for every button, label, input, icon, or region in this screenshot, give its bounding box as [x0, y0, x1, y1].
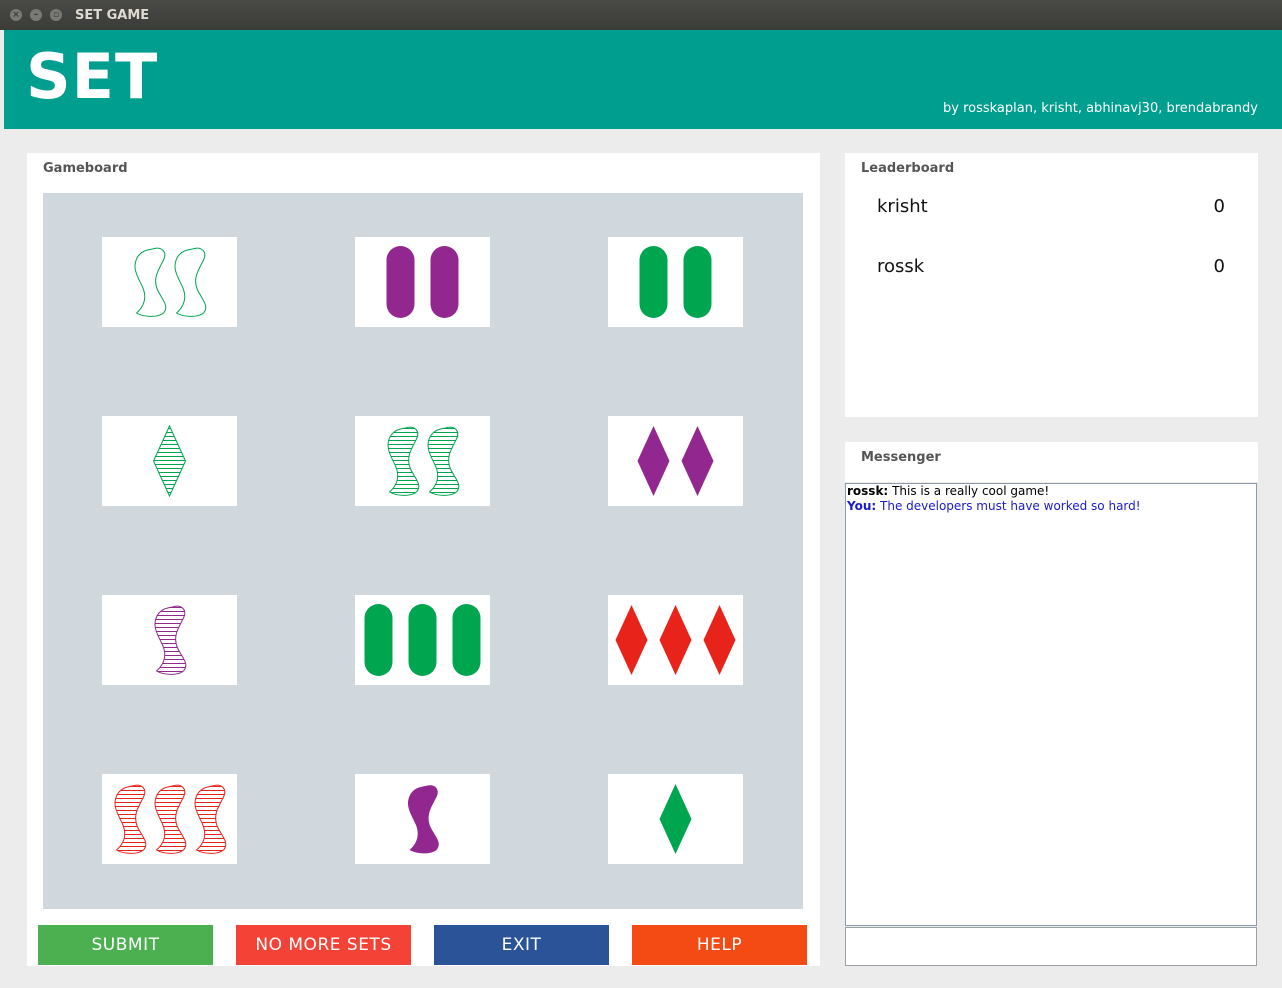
squiggle-shape-icon: [114, 784, 227, 854]
leaderboard-panel: Leaderboard: [845, 153, 1258, 417]
set-card[interactable]: [355, 774, 490, 864]
oval-shape-icon: [639, 246, 712, 318]
oval-mark: [386, 246, 415, 318]
messenger-title: Messenger: [861, 450, 941, 465]
app-header: SET by rosskaplan, krisht, abhinavj30, b…: [4, 30, 1282, 129]
diamond-mark: [681, 426, 714, 496]
squiggle-shape-icon: [154, 605, 187, 675]
diamond-mark: [152, 424, 187, 498]
help-button[interactable]: HELP: [632, 925, 807, 965]
window-minimize-icon[interactable]: –: [30, 9, 42, 21]
oval-shape-icon: [364, 604, 481, 676]
diamond-mark: [659, 605, 692, 675]
message-sender: You:: [847, 499, 877, 513]
diamond-shape-icon: [659, 784, 692, 854]
oval-mark: [639, 246, 668, 318]
oval-shape-icon: [386, 246, 459, 318]
squiggle-mark: [427, 426, 460, 496]
oval-mark: [683, 246, 712, 318]
set-card[interactable]: [102, 416, 237, 506]
player-score: 0: [1213, 196, 1225, 217]
player-name: krisht: [877, 196, 928, 217]
diamond-mark: [703, 605, 736, 675]
window-maximize-icon[interactable]: ▫: [50, 9, 62, 21]
squiggle-mark: [407, 785, 439, 854]
message-input[interactable]: [845, 927, 1257, 966]
message-log[interactable]: rossk: This is a really cool game! You: …: [845, 483, 1257, 926]
squiggle-mark: [134, 247, 167, 317]
message-sender: rossk:: [847, 484, 889, 498]
squiggle-mark: [387, 426, 420, 496]
squiggle-shape-icon: [387, 426, 460, 496]
squiggle-shape-icon: [407, 785, 439, 854]
set-card[interactable]: [102, 237, 237, 327]
message-text: This is a really cool game!: [892, 484, 1050, 498]
squiggle-mark: [154, 784, 187, 854]
window-close-icon[interactable]: ×: [10, 9, 22, 21]
window-titlebar: × – ▫ SET GAME: [0, 0, 1282, 30]
app-logo: SET: [26, 40, 159, 113]
diamond-mark: [659, 784, 692, 854]
squiggle-mark: [194, 784, 227, 854]
gameboard-grid: [43, 193, 803, 909]
diamond-shape-icon: [615, 605, 736, 675]
set-card[interactable]: [102, 774, 237, 864]
set-card[interactable]: [355, 237, 490, 327]
submit-button[interactable]: SUBMIT: [38, 925, 213, 965]
window-title: SET GAME: [75, 8, 150, 23]
diamond-mark: [615, 605, 648, 675]
gameboard-title: Gameboard: [43, 161, 128, 176]
set-card[interactable]: [608, 774, 743, 864]
set-card[interactable]: [355, 595, 490, 685]
credits-text: by rosskaplan, krisht, abhinavj30, brend…: [943, 101, 1258, 116]
set-card[interactable]: [102, 595, 237, 685]
squiggle-mark: [114, 784, 147, 854]
player-name: rossk: [877, 256, 925, 277]
player-score: 0: [1213, 256, 1225, 277]
set-card[interactable]: [608, 595, 743, 685]
exit-button[interactable]: EXIT: [434, 925, 609, 965]
oval-mark: [430, 246, 459, 318]
set-card[interactable]: [608, 416, 743, 506]
diamond-mark: [637, 426, 670, 496]
squiggle-mark: [154, 605, 187, 675]
no-more-sets-button[interactable]: NO MORE SETS: [236, 925, 411, 965]
set-card[interactable]: [355, 416, 490, 506]
set-card[interactable]: [608, 237, 743, 327]
diamond-shape-icon: [152, 424, 187, 498]
squiggle-mark: [174, 247, 207, 317]
chat-message: You: The developers must have worked so …: [846, 499, 1256, 514]
oval-mark: [452, 604, 481, 676]
oval-mark: [408, 604, 437, 676]
leaderboard-title: Leaderboard: [861, 161, 955, 176]
messenger-panel: Messenger: [845, 442, 1258, 482]
message-text: The developers must have worked so hard!: [880, 499, 1141, 513]
squiggle-shape-icon: [134, 247, 207, 317]
diamond-shape-icon: [637, 426, 714, 496]
oval-mark: [364, 604, 393, 676]
chat-message: rossk: This is a really cool game!: [846, 484, 1256, 499]
